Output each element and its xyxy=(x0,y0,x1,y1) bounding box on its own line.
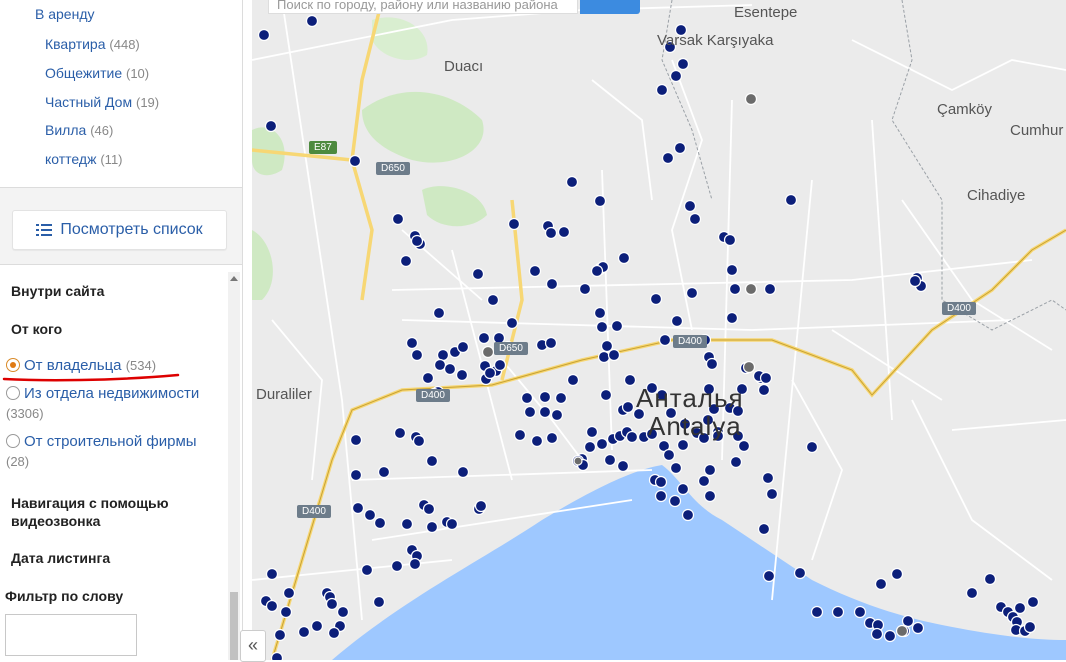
place-label: Varsak Karşıyaka xyxy=(657,32,774,49)
list-icon xyxy=(36,224,53,236)
filter-builder-count: (28) xyxy=(6,454,30,469)
category-label: Квартира xyxy=(45,36,106,52)
place-label: Duraliler xyxy=(256,386,312,403)
section-inside-site[interactable]: Внутри сайта xyxy=(11,283,104,299)
category-private-house[interactable]: Частный Дом (19) xyxy=(45,94,159,110)
place-label: Cumhur xyxy=(1010,122,1064,139)
road-shield: D650 xyxy=(376,162,410,175)
road-shield: D400 xyxy=(416,389,450,402)
filter-agency[interactable]: Из отдела недвижимости (3306) xyxy=(6,384,221,424)
filter-agency-label: Из отдела недвижимости xyxy=(24,385,200,402)
view-list-button[interactable]: Посмотреть список xyxy=(12,210,227,250)
word-filter-input[interactable] xyxy=(5,614,137,656)
category-label: Общежитие xyxy=(45,65,123,81)
category-villa[interactable]: Вилла (46) xyxy=(45,122,113,138)
section-listing-date[interactable]: Дата листинга xyxy=(11,550,110,566)
category-label: Вилла xyxy=(45,122,87,138)
category-count: (11) xyxy=(100,152,123,167)
filter-owner-count: (534) xyxy=(125,358,157,373)
city-label: Анталья xyxy=(636,383,744,413)
category-count: (448) xyxy=(109,37,140,52)
radio-icon[interactable] xyxy=(6,434,20,448)
sidebar: В аренду Квартира (448) Общежитие (10) Ч… xyxy=(0,0,243,660)
category-count: (46) xyxy=(90,123,114,138)
place-label: Duacı xyxy=(444,58,484,75)
place-label: Esentepe xyxy=(734,4,798,21)
road-shield: D400 xyxy=(942,302,976,315)
sea xyxy=(332,465,1066,660)
category-apartment[interactable]: Квартира (448) xyxy=(45,36,140,52)
category-label: коттедж xyxy=(45,151,97,167)
scroll-up-arrow-icon[interactable] xyxy=(230,276,238,281)
map[interactable]: Поиск по городу, району или названию рай… xyxy=(252,0,1066,660)
filter-agency-count: (3306) xyxy=(6,406,44,421)
section-word-filter: Фильтр по слову xyxy=(5,588,124,604)
map-search-button[interactable] xyxy=(580,0,640,14)
category-parent-rent[interactable]: В аренду xyxy=(35,6,95,22)
category-cottage[interactable]: коттедж (11) xyxy=(45,151,123,167)
category-label: Частный Дом xyxy=(45,94,133,110)
hand-drawn-underline xyxy=(2,373,180,382)
map-base xyxy=(252,0,1066,660)
collapse-sidebar-icon[interactable]: « xyxy=(240,630,266,662)
section-video-nav[interactable]: Навигация с помощью видеозвонка xyxy=(11,494,211,530)
radio-checked-icon[interactable] xyxy=(6,358,20,372)
road-shield: D400 xyxy=(673,335,707,348)
road-shield: D400 xyxy=(297,505,331,518)
category-dormitory[interactable]: Общежитие (10) xyxy=(45,65,149,81)
category-count: (19) xyxy=(135,95,160,110)
map-search-input[interactable]: Поиск по городу, району или названию рай… xyxy=(268,0,578,14)
search-icon xyxy=(600,0,620,8)
view-list-label: Посмотреть список xyxy=(60,221,203,238)
divider xyxy=(0,264,242,265)
place-label: Çamköy xyxy=(937,101,993,118)
city-label: Antalya xyxy=(648,411,742,441)
place-label: Cihadiye xyxy=(967,187,1026,204)
radio-icon[interactable] xyxy=(6,386,20,400)
road-shield: E87 xyxy=(309,141,337,154)
section-from-whom[interactable]: От кого xyxy=(11,321,62,337)
category-count: (10) xyxy=(126,66,150,81)
sidebar-scrollbar[interactable] xyxy=(228,272,240,660)
scroll-thumb[interactable] xyxy=(230,592,238,660)
road-shield: D650 xyxy=(494,342,528,355)
filter-builder[interactable]: От строительной фирмы (28) xyxy=(6,432,206,472)
filter-builder-label: От строительной фирмы xyxy=(24,433,197,450)
